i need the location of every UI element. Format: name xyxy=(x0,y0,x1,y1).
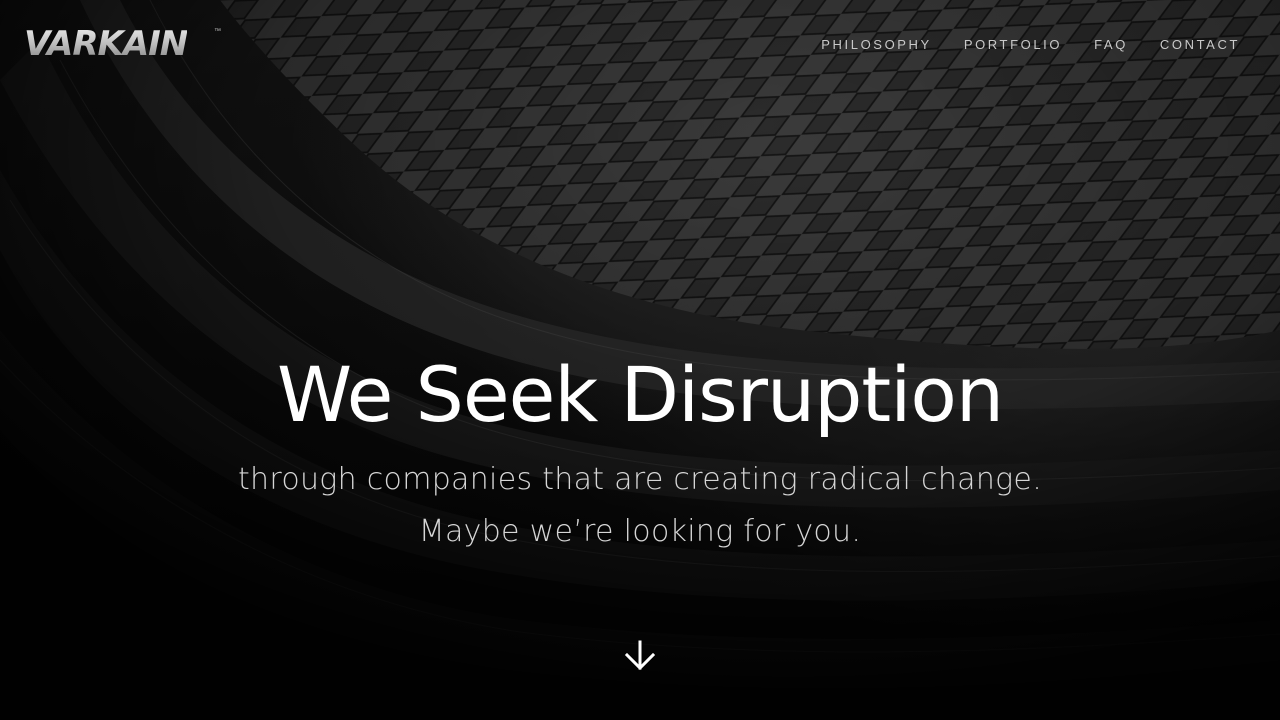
trademark-symbol: ™ xyxy=(214,28,221,35)
top-navigation-bar: VARKAIN ™ PHILOSOPHY PORTFOLIO FAQ CONTA… xyxy=(0,0,1280,90)
main-nav: PHILOSOPHY PORTFOLIO FAQ CONTACT xyxy=(821,37,1240,53)
nav-link-faq[interactable]: FAQ xyxy=(1094,37,1128,53)
nav-link-contact[interactable]: CONTACT xyxy=(1160,37,1240,53)
varkain-logo[interactable]: VARKAIN xyxy=(24,24,188,64)
nav-link-philosophy[interactable]: PHILOSOPHY xyxy=(821,37,932,53)
hero-title: We Seek Disruption xyxy=(276,350,1004,439)
nav-link-portfolio[interactable]: PORTFOLIO xyxy=(964,37,1062,53)
arrow-down-icon[interactable] xyxy=(620,636,660,676)
hero-section: VARKAIN ™ PHILOSOPHY PORTFOLIO FAQ CONTA… xyxy=(0,0,1280,720)
hero-subtitle-line-1: through companies that are creating radi… xyxy=(237,462,1043,497)
hero-subtitle-line-2: Maybe we’re looking for you. xyxy=(418,514,862,549)
